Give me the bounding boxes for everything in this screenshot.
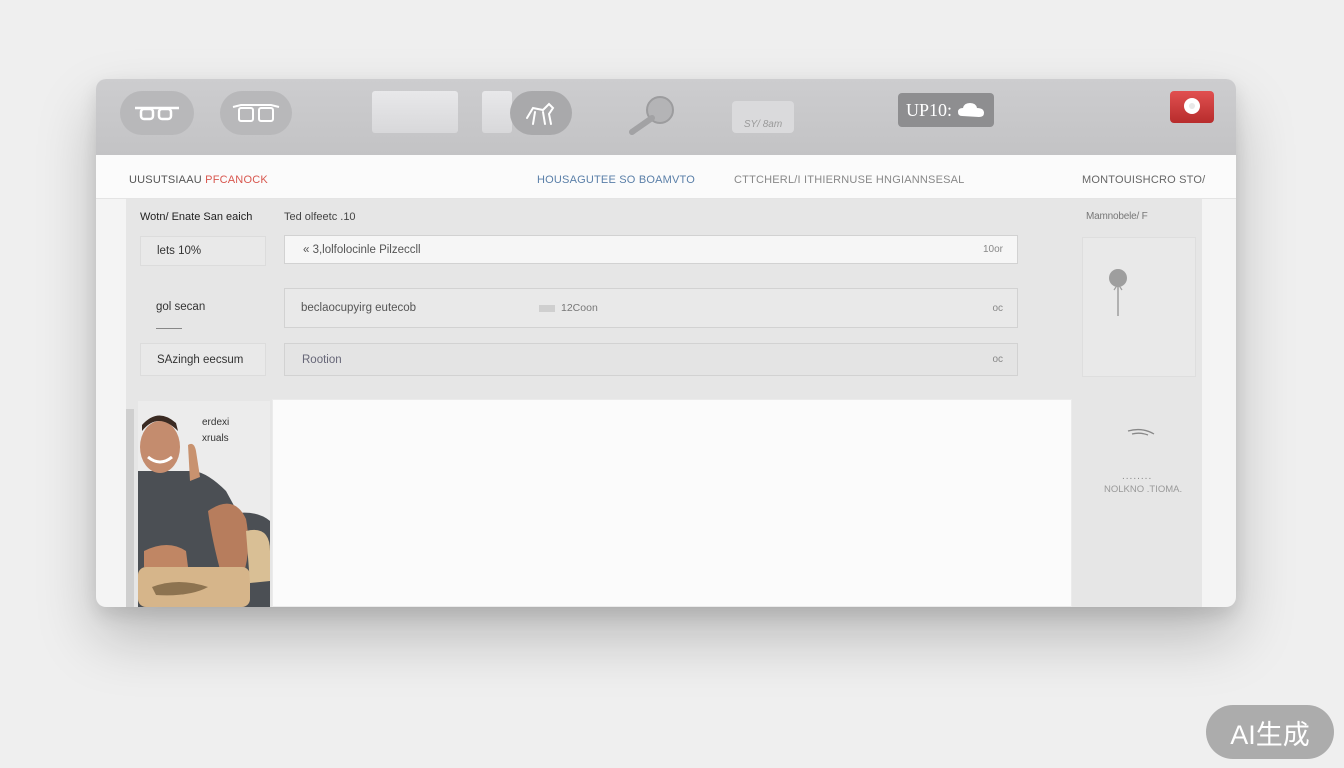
pin-icon [1109,269,1127,316]
field-input-3[interactable]: Rootion oc [284,343,1018,376]
form-subtitle: Ted olfeetc .10 [284,211,356,223]
field-value-1: « 3,lolfolocinle Pilzeccll [303,243,421,256]
person-image [138,401,270,607]
glasses-icon [135,106,179,121]
person-photo[interactable]: erdexi xruals [138,401,270,607]
row-label-2-underline [156,328,182,329]
side-card[interactable] [1082,237,1196,377]
row-label-1: lets 10% [140,236,266,266]
form-title: Wotn/ Enate San eaich [140,211,253,223]
field-input-1[interactable]: « 3,lolfolocinle Pilzeccll 10or [284,235,1018,264]
field-mid-2: 12Coon [539,302,598,314]
side-label: Mamnobele/ F [1086,211,1148,222]
field-suffix-3: oc [992,354,1003,365]
nav-link-1[interactable]: HOUSAGUTEE SO BOAMVTO [537,174,695,186]
row-label-3: SAzingh eecsum [140,343,266,376]
photo-strip [126,409,134,607]
record-button[interactable] [1170,91,1214,123]
toolbar: SY/ 8am UP10: [96,79,1236,155]
record-icon [1184,98,1200,114]
main-content: Wotn/ Enate San eaich Ted olfeetc .10 le… [126,199,1202,607]
nav-link-3[interactable]: MONTOUISHCRO STO/ [1082,174,1205,186]
row-label-2: gol secan [156,301,206,313]
field-mid-label-2: 12Coon [561,302,598,314]
status-badge-button[interactable]: UP10: [898,93,994,127]
curve-icon [1127,428,1155,436]
photo-caption-2: xruals [202,433,229,444]
nav-link-2[interactable]: CTTCHERL/I ITHIERNUSE HNGIANNSESAL [734,174,965,186]
field-suffix-1: 10or [982,244,1003,255]
toolbar-pill-label: SY/ 8am [743,119,783,130]
toolbar-field-2[interactable] [482,91,512,133]
magnifier-icon [629,96,674,135]
sunglasses-icon [232,104,280,122]
sunglasses-button[interactable] [220,91,292,135]
navbar: UUSUTSIAAU PFCANOCK HOUSAGUTEE SO BOAMVT… [96,155,1236,199]
content-canvas[interactable] [272,399,1072,607]
field-input-2[interactable]: beclaocupyirg eutecob 12Coon oc [284,288,1018,328]
glasses-button[interactable] [120,91,194,135]
side-dots: ........ [1122,471,1153,482]
brand-part-b: PFCANOCK [201,174,268,186]
toolbar-field-1[interactable] [372,91,458,133]
horse-icon [526,102,555,125]
field-value-2: beclaocupyirg eutecob [301,302,417,314]
photo-caption-1: erdexi [202,417,230,428]
field-suffix-2: oc [992,302,1003,314]
brand-link[interactable]: UUSUTSIAAU PFCANOCK [129,174,268,186]
status-badge-label: UP10: [905,99,952,120]
brand-part-a: UUSUTSIAAU [129,174,202,186]
side-lower-panel: ........ NOLKNO .TIOMA. [1082,399,1196,607]
indicator-bar [539,304,555,312]
app-window: SY/ 8am UP10: UUSUTSIAAU PFCANOCK HOUSAG… [96,79,1236,607]
side-text: NOLKNO .TIOMA. [1104,484,1183,495]
ai-watermark: AI生成 [1206,705,1334,759]
field-value-3: Rootion [302,353,342,366]
horse-button[interactable] [510,91,572,135]
toolbar-pill[interactable]: SY/ 8am [732,101,794,133]
cloud-icon [958,103,984,117]
magnifier-button[interactable] [622,93,682,137]
